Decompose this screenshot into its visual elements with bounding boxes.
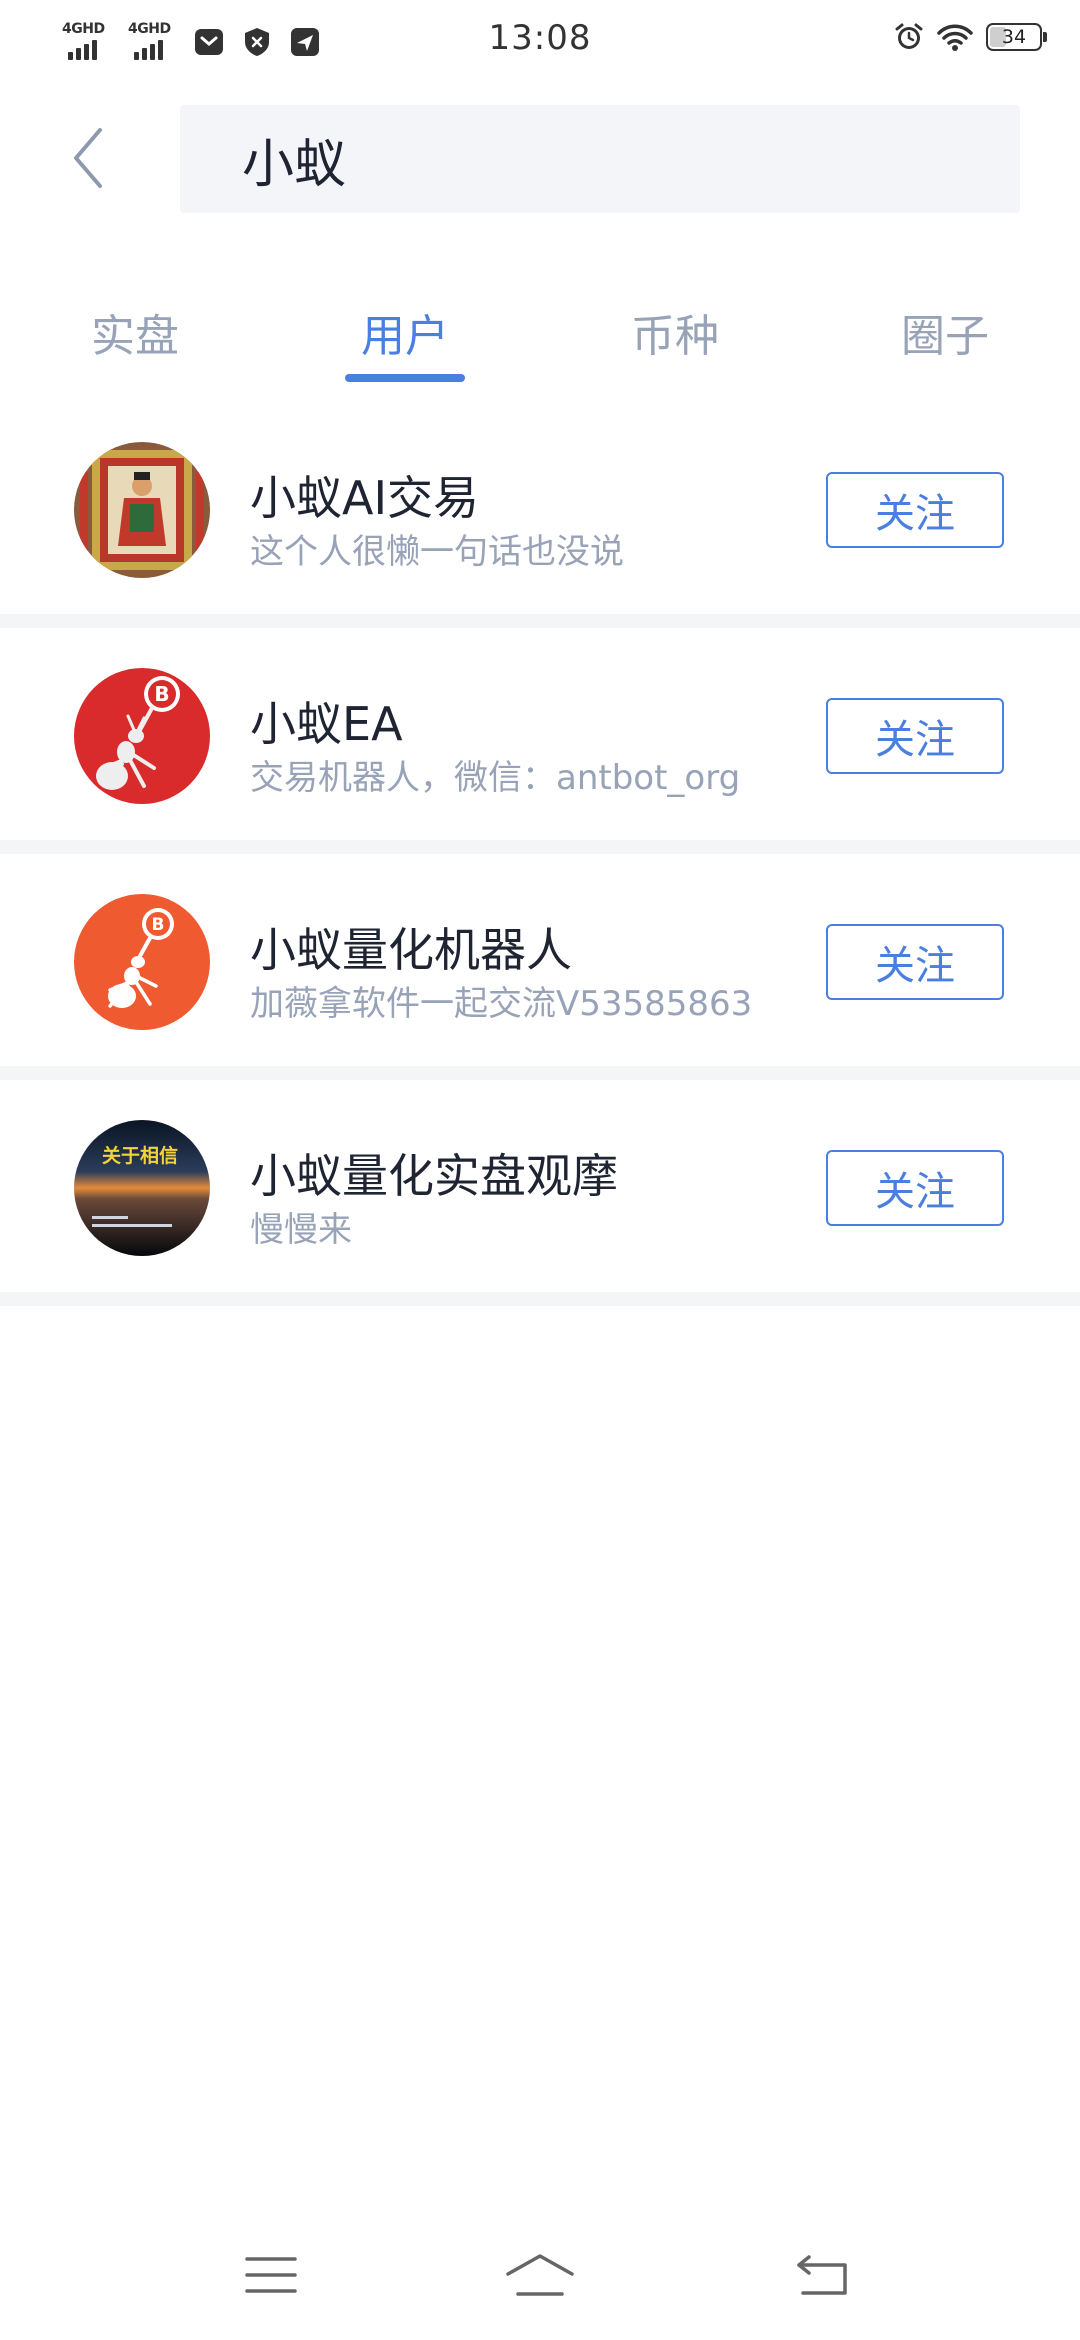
search-box — [180, 105, 1020, 213]
user-bio: 交易机器人，微信：antbot_org — [250, 758, 741, 798]
back-button[interactable] — [60, 120, 116, 196]
active-tab-indicator — [345, 374, 465, 382]
tab-circles[interactable]: 圈子 — [845, 300, 1045, 364]
user-name: 小蚁量化实盘观摩 — [250, 1149, 618, 1203]
divider — [0, 614, 1080, 628]
battery-icon: 34 — [986, 23, 1047, 51]
user-list-item[interactable]: 小蚁AI交易 这个人很懒一句话也没说 关注 — [0, 402, 1080, 628]
sunset-text-avatar-image: 关于相信 — [74, 1120, 210, 1256]
avatar[interactable]: B — [74, 894, 210, 1030]
search-input[interactable] — [242, 105, 982, 213]
divider — [0, 1292, 1080, 1306]
avatar-caption: 关于相信 — [102, 1144, 178, 1167]
tab-live-trading[interactable]: 实盘 — [35, 300, 235, 364]
avatar[interactable] — [74, 442, 210, 578]
user-bio: 这个人很懒一句话也没说 — [250, 532, 624, 572]
tab-users[interactable]: 用户 — [305, 300, 505, 364]
user-name: 小蚁AI交易 — [250, 471, 480, 525]
battery-level: 34 — [1001, 26, 1027, 48]
divider — [0, 840, 1080, 854]
user-list-item[interactable]: 关于相信 小蚁量化实盘观摩 慢慢来 关注 — [0, 1080, 1080, 1306]
tab-coins[interactable]: 币种 — [575, 300, 775, 364]
back-icon — [797, 2255, 847, 2295]
divider — [0, 1066, 1080, 1080]
wifi-icon — [936, 22, 974, 52]
user-result-list: 小蚁AI交易 这个人很懒一句话也没说 关注 B 小蚁EA 交易机器人，微信：an… — [0, 402, 1080, 1306]
follow-button[interactable]: 关注 — [826, 472, 1004, 548]
ant-bitcoin-red-avatar-image: B — [74, 668, 210, 804]
home-icon — [506, 2254, 574, 2296]
user-name: 小蚁量化机器人 — [250, 923, 572, 977]
user-list-item[interactable]: B 小蚁EA 交易机器人，微信：antbot_org 关注 — [0, 628, 1080, 854]
search-category-tabs: 实盘 用户 币种 圈子 — [0, 280, 1080, 390]
follow-button[interactable]: 关注 — [826, 698, 1004, 774]
avatar[interactable]: B — [74, 668, 210, 804]
system-back-button[interactable] — [778, 2230, 868, 2320]
follow-button[interactable]: 关注 — [826, 924, 1004, 1000]
user-bio: 慢慢来 — [250, 1210, 352, 1250]
user-name: 小蚁EA — [250, 697, 403, 751]
user-bio: 加薇拿软件一起交流V53585863 — [250, 984, 753, 1024]
follow-button[interactable]: 关注 — [826, 1150, 1004, 1226]
chevron-left-icon — [74, 128, 102, 188]
status-right-icons: 34 — [894, 22, 1047, 52]
home-button[interactable] — [495, 2230, 585, 2320]
alarm-icon — [894, 22, 924, 52]
ant-bitcoin-orange-avatar-image: B — [74, 894, 210, 1030]
menu-icon — [245, 2257, 297, 2293]
system-navigation-bar — [0, 2230, 1080, 2320]
svg-text:B: B — [152, 915, 165, 935]
svg-text:B: B — [154, 682, 169, 706]
deity-painting-avatar-image — [74, 442, 210, 578]
user-list-item[interactable]: B 小蚁量化机器人 加薇拿软件一起交流V53585863 关注 — [0, 854, 1080, 1080]
status-bar: 4GHD 4GHD 13:08 34 — [0, 0, 1080, 84]
avatar[interactable]: 关于相信 — [74, 1120, 210, 1256]
menu-button[interactable] — [226, 2230, 316, 2320]
